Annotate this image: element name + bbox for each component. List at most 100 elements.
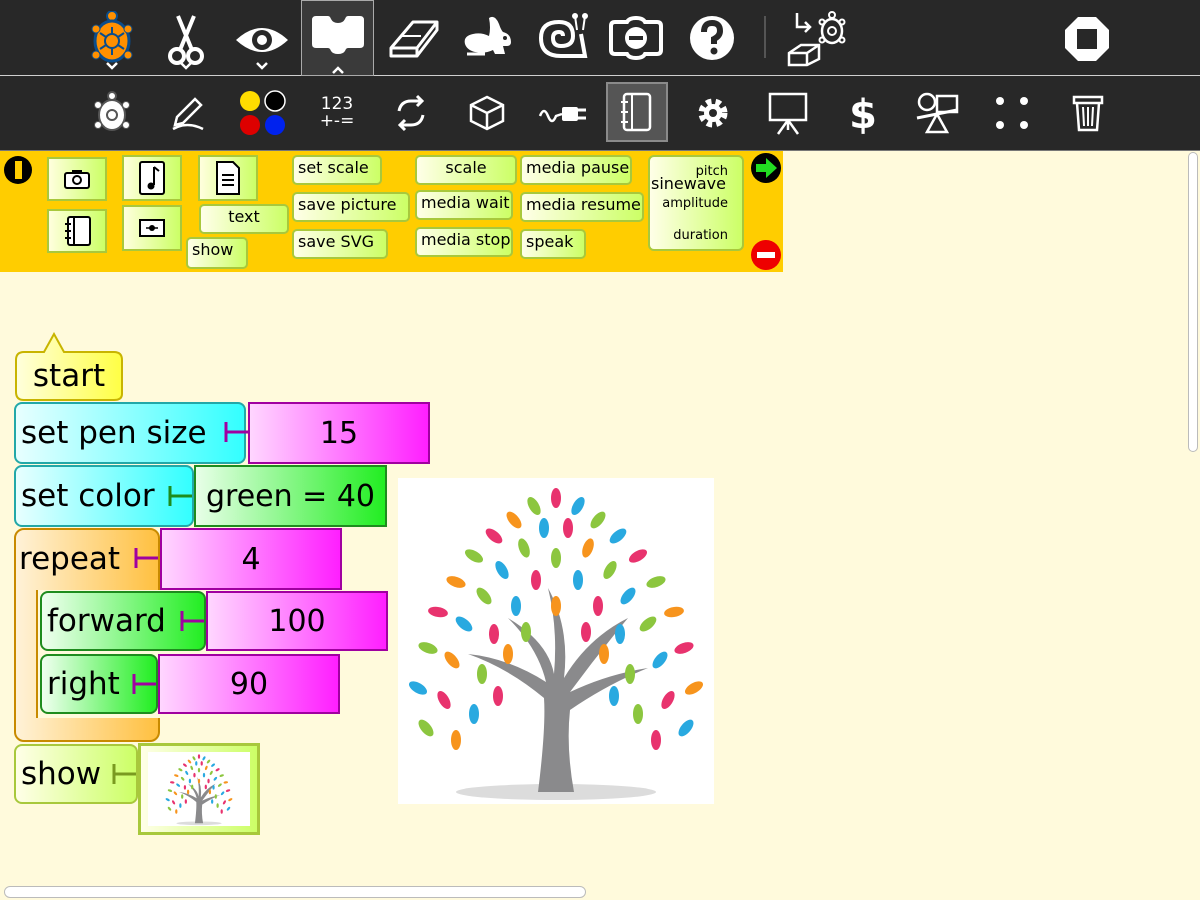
media-palette-button[interactable] — [606, 82, 668, 142]
save-svg-block[interactable]: save SVG — [292, 229, 388, 259]
connector-icon — [168, 486, 192, 506]
toolbar-separator — [764, 16, 766, 58]
turtle-palette-button[interactable] — [90, 90, 134, 136]
scale-block[interactable]: scale — [415, 155, 517, 185]
connector-icon — [112, 764, 136, 784]
help-icon — [690, 16, 734, 60]
dots-palette-button[interactable] — [988, 90, 1036, 136]
media-palette: text show set scale save picture save SV… — [0, 151, 783, 272]
palette-toolbar: 123 +-= $ — [0, 76, 1200, 151]
sound-block[interactable] — [122, 155, 182, 201]
dollar-icon: $ — [849, 92, 877, 135]
help-button[interactable] — [688, 14, 736, 62]
collapse-button[interactable] — [606, 14, 666, 62]
start-block[interactable]: start — [14, 352, 124, 400]
run-slow-button[interactable] — [532, 8, 590, 66]
blocks-tab-icon — [311, 16, 364, 54]
flow-palette-button[interactable] — [388, 90, 434, 136]
turtle-button[interactable] — [86, 8, 138, 72]
collapse-icon — [609, 16, 663, 60]
document-icon — [216, 161, 240, 195]
scissors-icon — [168, 15, 204, 65]
media-pause-block[interactable]: media pause — [520, 155, 632, 185]
text-block[interactable]: text — [199, 204, 289, 234]
clear-button[interactable] — [386, 10, 442, 66]
blocks-palette-button[interactable] — [464, 90, 510, 136]
blocks-tab-button[interactable] — [301, 0, 374, 76]
numbers-line2: +-= — [319, 111, 355, 131]
show-media-thumbnail[interactable] — [138, 743, 260, 835]
gear-icon — [698, 98, 728, 128]
svg-text:$: $ — [849, 92, 877, 135]
load-turtle-icon — [787, 11, 846, 67]
media-wait-block[interactable]: media wait — [415, 190, 513, 220]
eye-icon — [236, 28, 288, 52]
presentation-icon — [768, 92, 808, 135]
portfolio-palette-button[interactable] — [912, 88, 962, 138]
forward-value[interactable]: 100 — [206, 591, 388, 651]
repeat-value[interactable]: 4 — [160, 528, 342, 590]
dollar-palette-button[interactable]: $ — [840, 88, 886, 138]
duration-label: duration — [673, 228, 728, 243]
right-value[interactable]: 90 — [158, 654, 340, 714]
tree-image-art — [406, 488, 706, 800]
palette-close-button[interactable] — [750, 239, 782, 271]
set-pen-size-block[interactable]: set pen size — [14, 402, 246, 464]
camera-icon — [64, 170, 90, 189]
speak-block[interactable]: speak — [520, 229, 586, 259]
turtle-icon — [91, 11, 133, 63]
journal-block[interactable] — [198, 155, 258, 201]
turtle-palette-icon — [94, 91, 130, 131]
dots-icon — [996, 97, 1028, 129]
rabbit-icon — [464, 16, 511, 56]
horizontal-scrollbar[interactable] — [4, 886, 586, 898]
main-toolbar — [0, 0, 1200, 76]
camera-block[interactable] — [47, 157, 107, 201]
vertical-scrollbar[interactable] — [1186, 152, 1198, 882]
trash-icon — [1072, 95, 1104, 132]
media-stop-block[interactable]: media stop — [415, 227, 513, 257]
video-icon — [139, 219, 165, 237]
avatar-block[interactable] — [122, 205, 182, 251]
chevron-down-icon — [256, 62, 268, 70]
flow-icon — [397, 94, 425, 132]
cut-button[interactable] — [160, 8, 212, 72]
chevron-up-icon — [331, 66, 344, 74]
vertical-scroll-thumb[interactable] — [1188, 152, 1198, 452]
notebook-icon — [621, 92, 652, 132]
set-scale-block[interactable]: set scale — [292, 155, 382, 185]
stop-button[interactable] — [1062, 14, 1112, 64]
pen-icon — [172, 97, 204, 131]
palette-scroll-button[interactable] — [750, 152, 782, 184]
load-plugin-button[interactable] — [784, 8, 848, 68]
run-fast-button[interactable] — [458, 10, 516, 66]
tree-image — [398, 478, 714, 804]
connector-icon — [224, 422, 248, 442]
presentation-palette-button[interactable] — [764, 88, 812, 138]
save-picture-block[interactable]: save picture — [292, 192, 410, 222]
colors-icon — [240, 90, 286, 135]
connector-icon — [180, 611, 204, 631]
trash-button[interactable] — [1066, 90, 1110, 136]
colors-palette-button[interactable] — [236, 88, 290, 138]
remove-icon — [751, 240, 781, 270]
numbers-palette-button[interactable]: 123 +-= — [310, 92, 364, 134]
arrow-right-icon — [751, 153, 781, 183]
sensors-palette-button[interactable] — [536, 90, 590, 136]
box-icon — [469, 95, 505, 131]
palette-toggle-button[interactable] — [3, 155, 33, 185]
pen-size-value[interactable]: 15 — [248, 402, 430, 464]
amplitude-label: amplitude — [662, 196, 728, 211]
show-button[interactable] — [234, 8, 290, 72]
notebook-block[interactable] — [47, 209, 107, 253]
chevron-down-icon — [180, 62, 192, 70]
sinewave-block[interactable]: pitch sinewave amplitude duration — [648, 155, 744, 251]
extras-palette-button[interactable] — [692, 90, 734, 136]
pen-palette-button[interactable] — [164, 90, 210, 136]
portfolio-icon — [916, 92, 959, 134]
tree-thumbnail-image — [165, 754, 233, 826]
media-resume-block[interactable]: media resume — [520, 192, 644, 222]
color-value[interactable]: green = 40 — [194, 465, 387, 527]
show-block-palette[interactable]: show — [186, 237, 248, 269]
set-color-block[interactable]: set color — [14, 465, 194, 527]
